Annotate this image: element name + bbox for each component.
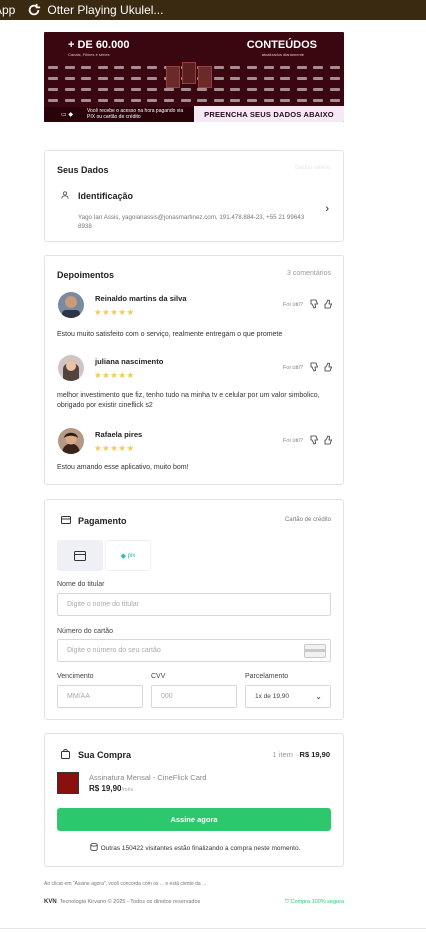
banner-subtitle-right: atualizados diariamente — [261, 52, 304, 57]
refresh-icon — [29, 3, 41, 16]
secure-purchase-badge: ⛉ Compra 100% segura — [285, 899, 344, 906]
top-bar: App Otter Playing Ukulel... — [0, 0, 426, 20]
reviewer-name: juliana nascimento — [95, 357, 164, 366]
chevron-right-icon[interactable]: › — [325, 203, 329, 215]
summary-price: R$ 19,90 — [299, 750, 330, 759]
database-icon — [89, 843, 98, 851]
holder-name-label: Nome do titular — [57, 581, 105, 588]
visitors-text: Outras 150422 visitantes estão finalizan… — [100, 845, 301, 852]
pix-icon: ◆ — [120, 552, 127, 560]
thumbs-down-icon[interactable] — [309, 299, 319, 309]
review-text: melhor investimento que fiz, tenho tudo … — [57, 392, 320, 409]
copyright-text: Tecnologia Kirvano © 2025 - Todos os dir… — [59, 899, 201, 905]
useful-label: Foi útil? — [282, 438, 303, 444]
credit-card-icon — [74, 550, 86, 561]
star-rating: ★★★★★ — [94, 443, 135, 453]
useful-label: Foi útil? — [282, 302, 303, 308]
holder-name-input[interactable]: Digite o nome do titular — [57, 593, 331, 616]
useful-label: Foi útil? — [282, 365, 303, 371]
purchase-summary: 1 item · R$ 19,90 — [272, 750, 330, 759]
app-label: App — [0, 3, 16, 17]
installments-label: Parcelamento — [245, 673, 289, 680]
thumbs-up-icon[interactable] — [323, 299, 333, 309]
thumbs-down-icon[interactable] — [309, 435, 319, 445]
product-price-value: R$ 19,90 — [89, 784, 122, 793]
avatar — [58, 292, 84, 318]
footer-copyright: KVN Tecnologia Kirvano © 2025 - Todos os … — [44, 899, 200, 905]
personal-data-card: Seus Dados Dados salvos Identificação Ya… — [44, 150, 344, 242]
star-rating: ★★★★★ — [94, 307, 135, 317]
legal-notice: Ao clicar em "Assine agora", você concor… — [44, 881, 207, 887]
banner-cta: PREENCHA SEUS DADOS ABAIXO — [194, 106, 344, 122]
credit-card-method-tab[interactable] — [57, 540, 103, 571]
review-item: Reinaldo martins da silva ★★★★★ Foi útil… — [57, 292, 333, 352]
product-thumbnail — [57, 772, 79, 794]
cvv-input[interactable]: 000 — [151, 685, 237, 708]
payment-card: Pagamento Cartão de crédito ◆ pix Nome d… — [44, 499, 344, 720]
purchase-card: Sua Compra 1 item · R$ 19,90 Assinatura … — [44, 733, 344, 867]
user-icon — [61, 191, 69, 199]
shopping-bag-icon — [61, 749, 70, 759]
star-rating: ★★★★★ — [94, 370, 135, 380]
review-item: juliana nascimento ★★★★★ Foi útil? melho… — [57, 355, 333, 415]
installments-value: 1x de 19,90 — [255, 693, 289, 700]
chevron-down-icon: ⌄ — [315, 692, 322, 701]
review-item: Rafaela pires ★★★★★ Foi útil? Estou aman… — [57, 428, 333, 478]
payment-method-label: Cartão de crédito — [284, 517, 331, 523]
secure-text: Compra 100% segura — [290, 899, 344, 905]
personal-data-faint-label: Dados salvos — [294, 165, 331, 171]
personal-data-title: Seus Dados — [57, 165, 109, 175]
reviewer-name: Reinaldo martins da silva — [95, 294, 187, 303]
payment-title: Pagamento — [78, 516, 127, 526]
now-playing: Otter Playing Ukulel... — [27, 3, 163, 17]
shield-icon: ⛉ — [284, 899, 289, 905]
product-name: Assinatura Mensal - CineFlick Card — [89, 773, 207, 782]
card-brand-icon — [304, 644, 326, 658]
banner-payment-text: Você recebe o acesso na hora pagando via… — [87, 108, 184, 120]
credit-card-icon — [61, 516, 71, 524]
avatar — [58, 355, 84, 381]
expiry-input[interactable]: MM/AA — [57, 685, 143, 708]
testimonials-card: Depoimentos 3 comentários Reinaldo marti… — [44, 255, 344, 485]
testimonials-title: Depoimentos — [57, 270, 115, 280]
now-playing-text: Otter Playing Ukulel... — [47, 3, 164, 17]
purchase-title: Sua Compra — [78, 750, 132, 760]
card-number-placeholder: Digite o número do seu cartão — [67, 647, 161, 654]
card-number-input[interactable]: Digite o número do seu cartão — [57, 639, 331, 662]
pix-label: pix — [127, 552, 136, 559]
subscribe-button[interactable]: Assine agora — [57, 808, 331, 831]
pix-method-tab[interactable]: ◆ pix — [105, 540, 151, 571]
brand-logo: KVN — [44, 899, 57, 905]
banner-headline-left: + DE 60.000 — [68, 39, 130, 51]
card-pix-icon: ▭ ◆ — [61, 112, 73, 118]
review-text: Estou amando esse aplicativo, muito bom! — [57, 464, 189, 471]
banner-headline-right: CONTEÚDOS — [246, 39, 317, 51]
visitors-notice: Outras 150422 visitantes estão finalizan… — [45, 843, 345, 852]
summary-items: 1 item · — [272, 750, 298, 759]
banner-subtitle-left: Canais, Filmes e séries — [68, 52, 110, 57]
card-number-label: Número do cartão — [57, 628, 114, 635]
expiry-label: Vencimento — [57, 673, 94, 680]
cvv-label: CVV — [151, 673, 166, 680]
footer-divider — [0, 928, 426, 929]
identification-label[interactable]: Identificação — [78, 191, 133, 201]
thumbs-down-icon[interactable] — [309, 362, 319, 372]
comments-count: 3 comentários — [287, 270, 331, 277]
thumbs-up-icon[interactable] — [323, 435, 333, 445]
product-period: /mês — [121, 787, 134, 793]
promo-banner: + DE 60.000 Canais, Filmes e séries CONT… — [44, 32, 344, 122]
thumbs-up-icon[interactable] — [323, 362, 333, 372]
product-price: R$ 19,90/mês — [89, 784, 133, 793]
identification-text: Yago Ian Assis, yagoianassis@jonasmartin… — [78, 214, 305, 230]
installments-select[interactable]: 1x de 19,90 ⌄ — [245, 685, 331, 708]
avatar — [58, 428, 84, 454]
review-text: Estou muito satisfeito com o serviço, re… — [57, 331, 283, 338]
reviewer-name: Rafaela pires — [95, 430, 143, 439]
